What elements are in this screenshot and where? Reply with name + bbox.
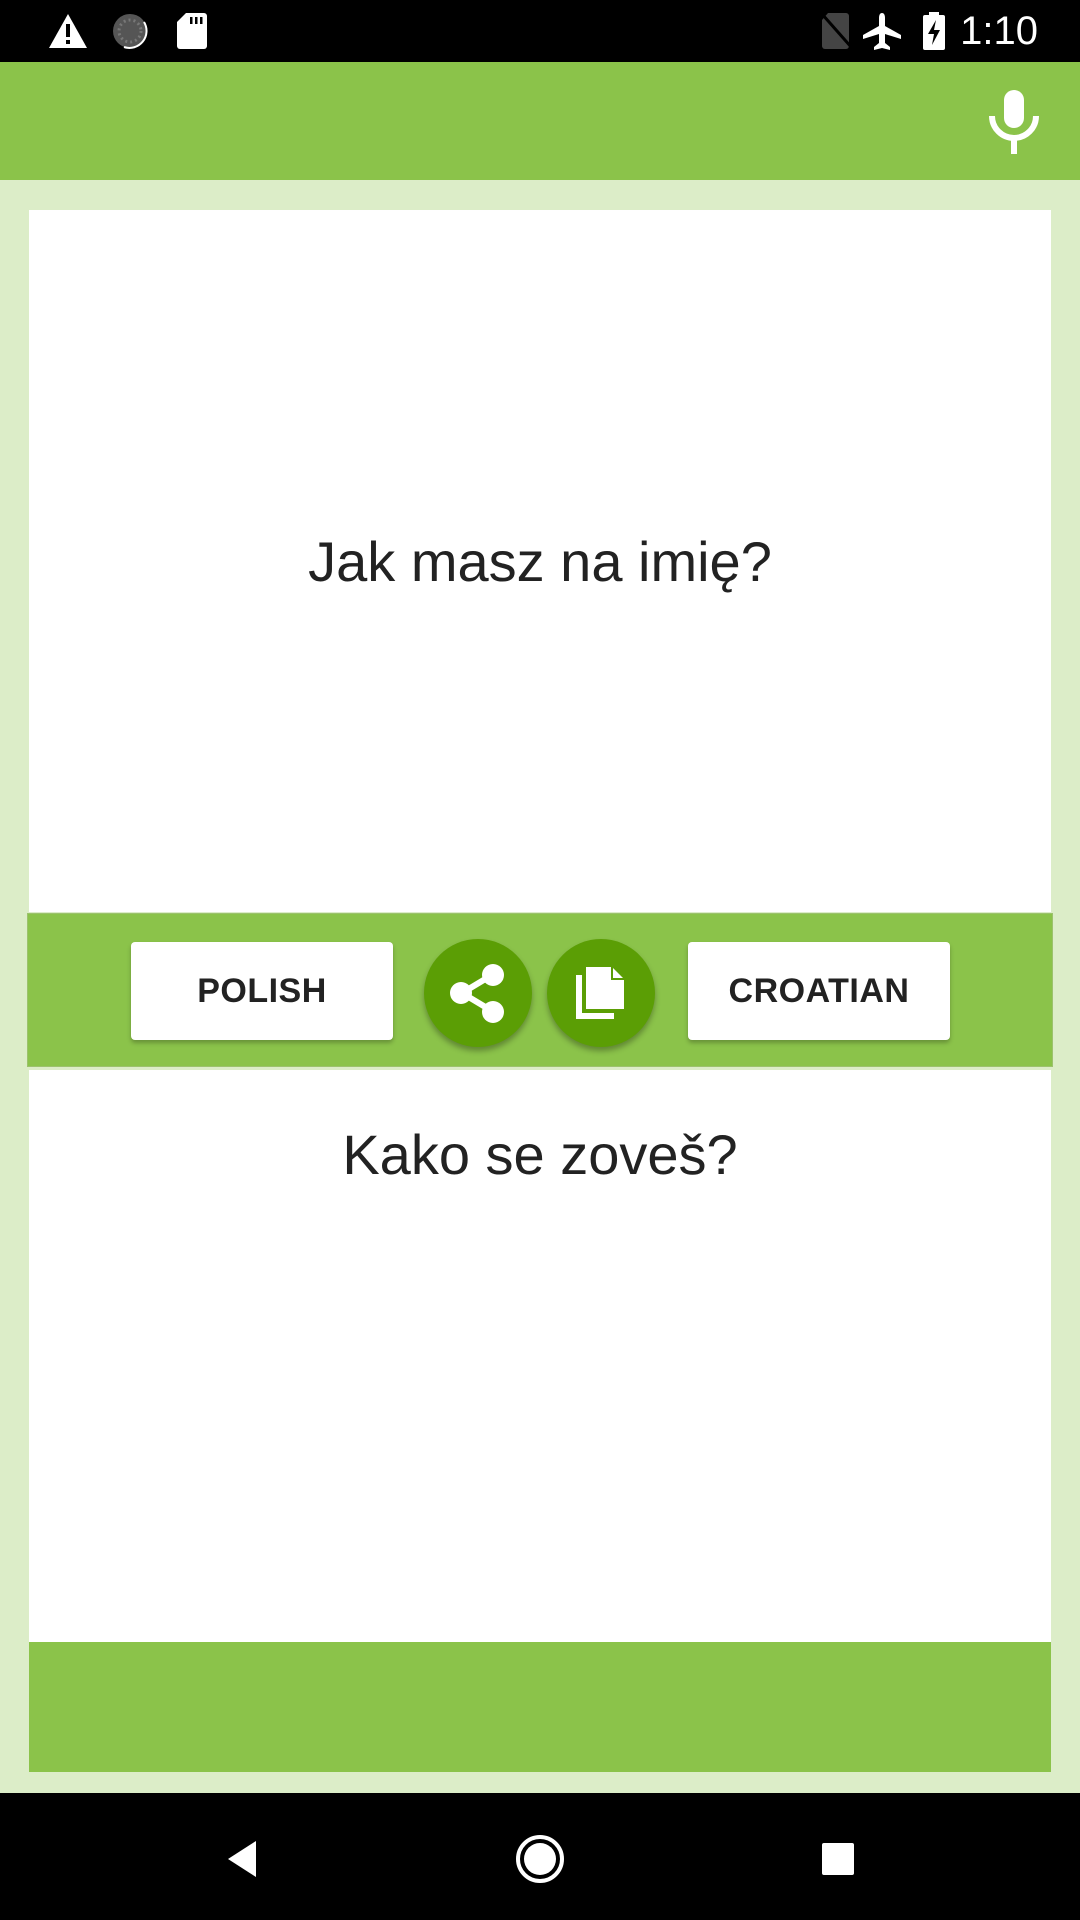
navigation-bar [0,1793,1080,1920]
recents-icon [822,1843,854,1875]
status-bar: 1:10 [0,0,1080,62]
sync-icon [113,14,148,49]
source-text[interactable]: Jak masz na imię? [308,529,772,594]
warning-icon [49,14,87,48]
translated-text: Kako se zoveš? [342,1123,738,1186]
home-button[interactable] [510,1829,570,1889]
back-icon [228,1841,256,1877]
ad-banner[interactable] [29,1642,1051,1772]
share-icon [450,964,504,1023]
airplane-mode-icon [863,13,901,50]
language-toolbar: POLISH CROATIAN [27,913,1053,1067]
sd-card-icon [177,13,207,49]
target-text-panel: Kako se zoveš? [29,1070,1051,1642]
home-icon [516,1835,564,1883]
recents-button[interactable] [808,1829,868,1889]
clock: 1:10 [960,9,1038,53]
microphone-icon[interactable] [986,90,1042,154]
target-language-button[interactable]: CROATIAN [688,942,950,1040]
source-language-button[interactable]: POLISH [131,942,393,1040]
no-sim-icon [820,13,854,49]
copy-icon [576,967,624,1019]
battery-charging-icon [923,12,945,50]
share-button[interactable] [424,939,532,1047]
back-button[interactable] [212,1829,272,1889]
app-bar [0,62,1080,180]
source-text-panel[interactable]: Jak masz na imię? [29,210,1051,912]
copy-button[interactable] [547,939,655,1047]
